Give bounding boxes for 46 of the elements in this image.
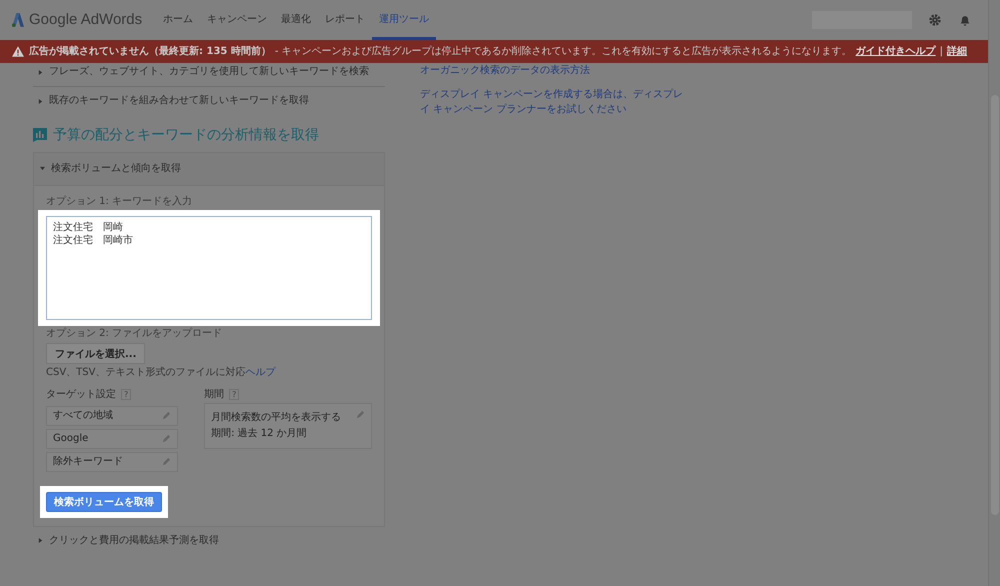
collapse-arrow-icon xyxy=(40,166,45,172)
pencil-icon[interactable] xyxy=(162,411,171,420)
logo-icon xyxy=(12,13,24,27)
option-label: オプション 2: ファイルをアップロード xyxy=(46,328,224,340)
guided-help-link[interactable]: ガイド付きヘルプ xyxy=(856,46,936,58)
alert-title: 広告が掲載されていません（最終更新: 135 時間前） xyxy=(29,46,271,58)
option-label: オプション 1: キーワードを入力 xyxy=(46,196,194,208)
option-link[interactable]: クリックと費用の掲載結果予測を取得 xyxy=(49,534,219,547)
option-link[interactable]: 既存のキーワードを組み合わせて新しいキーワードを取得 xyxy=(49,95,309,107)
chart-icon xyxy=(33,128,47,142)
nav-tab[interactable]: レポート xyxy=(318,0,372,40)
help-icon[interactable]: ? xyxy=(229,389,240,400)
pencil-icon[interactable] xyxy=(162,457,171,466)
expand-arrow-icon[interactable] xyxy=(38,70,43,74)
section-title: 予算の配分とキーワードの分析情報を取得 xyxy=(53,127,319,144)
separator: | xyxy=(940,46,944,58)
keywords-field[interactable]: 注文住宅 岡崎 注文住宅 岡崎市 xyxy=(46,216,372,320)
expand-arrow-icon[interactable] xyxy=(38,538,43,544)
panel-header[interactable]: 検索ボリュームと傾向を取得 xyxy=(34,152,384,186)
file-note: CSV、TSV、テキスト形式のファイルに対応 xyxy=(46,366,246,378)
panel-title: 検索ボリュームと傾向を取得 xyxy=(51,162,181,175)
info-link[interactable]: ディスプレイ キャンペーンを作成する場合は、ディスプレイ キャンペーン プランナーをお試しください xyxy=(420,87,685,117)
option-link[interactable]: フレーズ、ウェブサイト、カテゴリを使用して新しいキーワードを検索 xyxy=(49,66,369,78)
details-link[interactable]: 詳細 xyxy=(947,46,968,58)
targeting-item[interactable]: すべての地域 xyxy=(46,406,178,426)
pencil-icon[interactable] xyxy=(162,434,171,444)
targeting-item[interactable]: Google xyxy=(46,428,178,449)
get-volume-button[interactable]: 検索ボリュームを取得 xyxy=(46,492,162,512)
help-link[interactable]: ヘルプ xyxy=(245,366,276,378)
period-label: 期間 xyxy=(204,388,224,401)
help-icon[interactable]: ? xyxy=(121,389,132,400)
targeting-label: ターゲット設定 xyxy=(46,388,116,401)
choose-file-button[interactable]: ファイルを選択... xyxy=(46,342,146,364)
logo[interactable]: Google AdWords xyxy=(29,11,142,29)
expand-arrow-icon[interactable] xyxy=(38,98,43,104)
alert-message: - キャンペーンおよび広告グループは停止中であるか削除されています。これを有効にすると広告が表示されるようになります。 xyxy=(274,46,852,58)
period-setting[interactable]: 月間検索数の平均を表示する 期間: 過去 12 か月間 xyxy=(204,402,372,449)
nav-tab[interactable]: 最適化 xyxy=(274,0,318,40)
nav-tab[interactable]: キャンペーン xyxy=(200,0,274,40)
warning-icon xyxy=(12,46,24,57)
info-link[interactable]: オーガニック検索のデータの表示方法 xyxy=(420,63,685,78)
pencil-icon[interactable] xyxy=(356,410,365,419)
targeting-item[interactable]: 除外キーワード xyxy=(46,452,178,472)
settings-icon[interactable] xyxy=(928,13,942,27)
bell-icon[interactable] xyxy=(958,13,972,27)
nav-tab[interactable]: ホーム xyxy=(156,0,200,40)
